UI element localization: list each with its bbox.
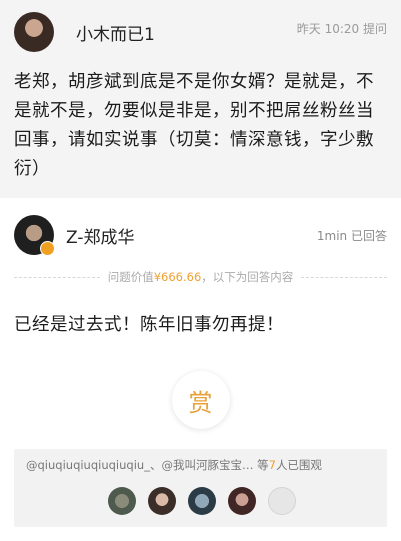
onlookers-summary: @qiuqiuqiuqiuqiuqiu_、@我叫河豚宝宝… 等7人已围观 <box>26 457 377 473</box>
question-text: 老郑，胡彦斌到底是不是你女婿？是就是，不是就不是，勿要似是非是，别不把屌丝粉丝当… <box>14 72 374 179</box>
onlookers-avatars <box>26 487 377 515</box>
question-meta: 昨天 10:20 提问 <box>297 20 387 37</box>
onlooker-avatar[interactable] <box>147 487 176 515</box>
onlookers-names[interactable]: @qiuqiuqiuqiuqiuqiu_、@我叫河豚宝宝… <box>26 458 253 472</box>
answer-text: 已经是过去式！陈年旧事勿再提！ <box>14 315 284 335</box>
onlookers-prefix: 等 <box>257 458 269 472</box>
asker-avatar[interactable] <box>14 12 54 52</box>
onlooker-avatar-placeholder[interactable] <box>267 487 296 515</box>
answer-action: 已回答 <box>350 228 387 243</box>
answer-section: Z-郑成华 1min 已回答 问题价值¥666.66，以下为回答内容 已经是过去… <box>0 205 401 527</box>
question-time: 昨天 10:20 <box>296 21 360 36</box>
answerer-avatar-wrap[interactable] <box>14 215 55 256</box>
answer-time: 1min <box>316 228 348 243</box>
onlookers-suffix: 人已围观 <box>275 458 322 472</box>
onlookers-panel: @qiuqiuqiuqiuqiuqiu_、@我叫河豚宝宝… 等7人已围观 <box>14 449 387 527</box>
price-label: 问题价值 <box>107 270 154 284</box>
answerer-name[interactable]: Z-郑成华 <box>66 223 134 248</box>
reward-button[interactable]: 赏 <box>171 371 230 429</box>
price-suffix: ，以下为回答内容 <box>201 270 294 284</box>
price-info: 问题价值¥666.66，以下为回答内容 <box>100 269 302 285</box>
question-action: 提问 <box>362 21 387 36</box>
question-header: 小木而已1 昨天 10:20 提问 <box>14 10 387 54</box>
onlooker-avatar[interactable] <box>107 487 136 515</box>
reward-label: 赏 <box>188 388 213 417</box>
question-card: 小木而已1 昨天 10:20 提问 老郑，胡彦斌到底是不是你女婿？是就是，不是就… <box>0 0 401 198</box>
divider-right <box>301 276 387 278</box>
price-divider: 问题价值¥666.66，以下为回答内容 <box>14 267 387 287</box>
answer-meta: 1min 已回答 <box>317 227 387 244</box>
verified-badge-icon <box>40 241 55 256</box>
onlooker-avatar[interactable] <box>227 487 256 515</box>
onlookers-count: 7 <box>268 458 276 472</box>
asker-name[interactable]: 小木而已1 <box>76 20 155 45</box>
onlooker-avatar[interactable] <box>187 487 216 515</box>
answer-header: Z-郑成华 1min 已回答 <box>14 205 387 265</box>
price-value: ¥666.66 <box>153 270 202 284</box>
divider-left <box>14 276 100 278</box>
